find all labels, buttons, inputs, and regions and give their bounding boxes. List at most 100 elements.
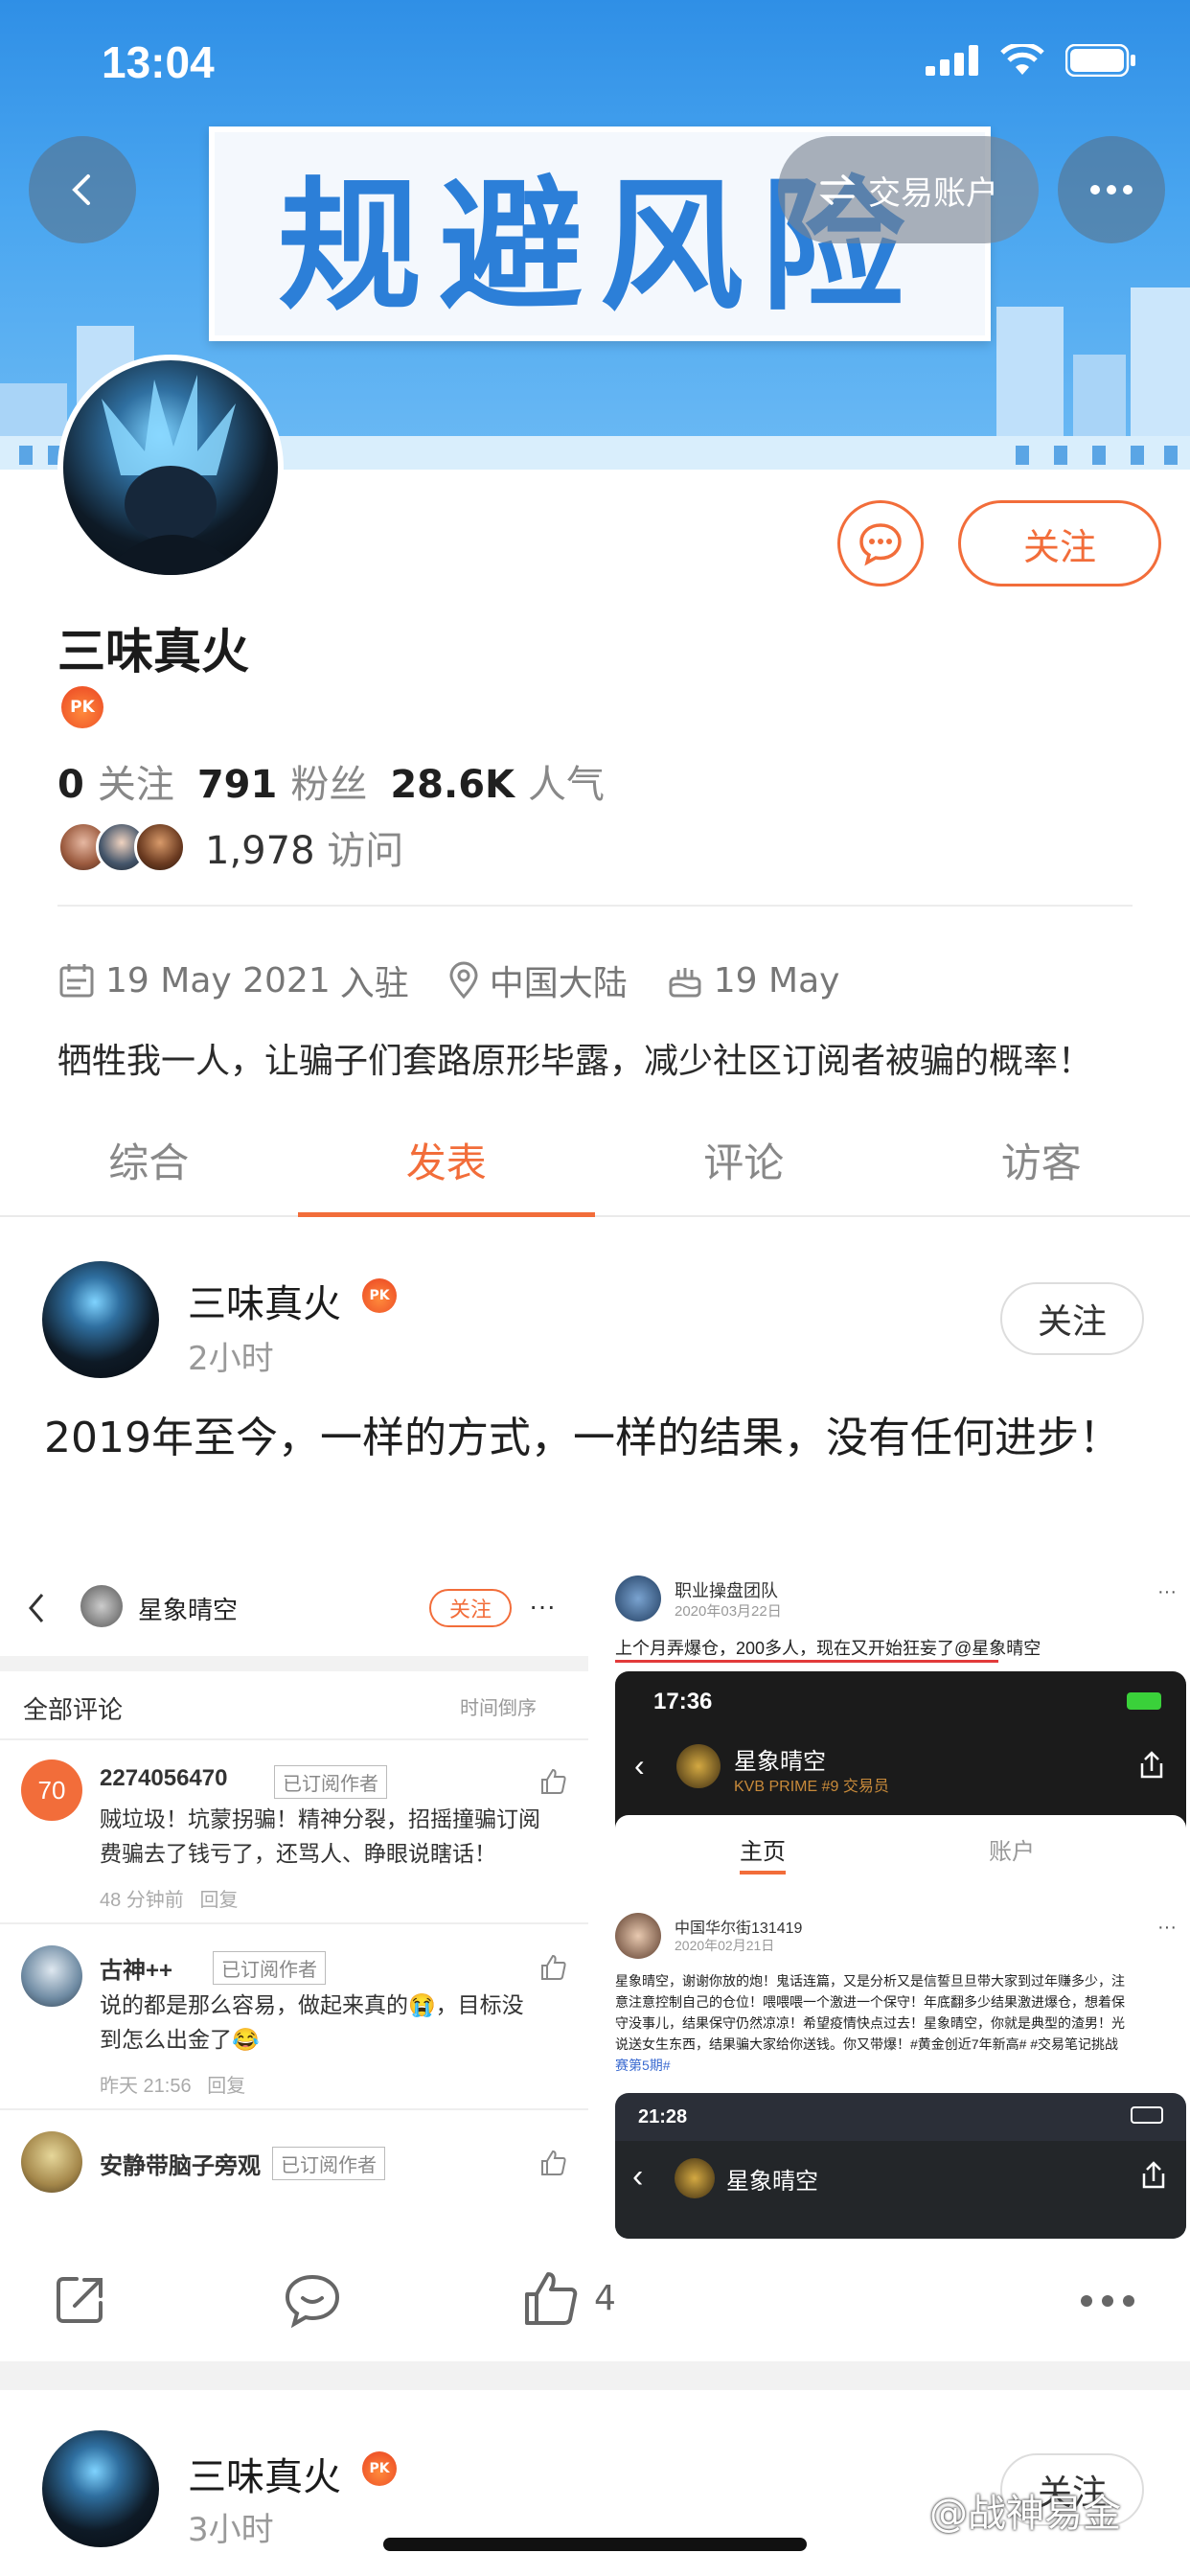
following-label[interactable]: 关注 (98, 753, 174, 809)
fans-label[interactable]: 粉丝 (290, 753, 367, 809)
tab-posts[interactable]: 发表 (297, 1121, 596, 1217)
like-icon[interactable] (521, 2269, 581, 2329)
phone-sub-name: KVB PRIME #9 交易员 (734, 1779, 889, 1795)
phone-tab-home: 主页 (740, 1839, 786, 1865)
post-author-avatar[interactable] (42, 2430, 159, 2547)
thumbs-up-icon (541, 1954, 566, 1980)
visitor-avatar (134, 821, 186, 873)
profile-tabs: 综合 发表 评论 访客 (0, 1121, 1190, 1217)
post-follow-button[interactable]: 关注 (1000, 1282, 1144, 1355)
status-bar: 13:04 (0, 0, 1190, 125)
forum-user: 职业操盘团队 (675, 1581, 778, 1600)
pk-badge-icon: PK (362, 2451, 397, 2486)
forum-text: 上个月弄爆仓，200多人，现在又开始狂妄了@星象晴空 (615, 1639, 1041, 1658)
forum-text: 星象晴空，谢谢你放的炮！鬼话连篇，又是分析又是信誓旦旦带大家到过年赚多少，注 意… (615, 1973, 1125, 2073)
tab-comments[interactable]: 评论 (595, 1121, 893, 1215)
swap-icon (819, 174, 856, 205)
phone-time: 21:28 (638, 2106, 688, 2128)
status-time: 13:04 (102, 37, 215, 87)
phone-screenshot: 21:28 ‹ 星象晴空 (615, 2093, 1186, 2239)
like-count: 4 (594, 2279, 616, 2318)
image-follow-button: 关注 (429, 1589, 512, 1627)
avatar (615, 1913, 661, 1959)
profile-avatar[interactable] (57, 355, 284, 581)
phone-screenshot: 17:36 ‹ 星象晴空 KVB PRIME #9 交易员 主页 账户 (615, 1671, 1186, 1896)
pk-badge-icon: PK (362, 1278, 397, 1313)
battery-icon (1131, 2106, 1163, 2124)
popularity-label: 人气 (528, 763, 606, 807)
message-button[interactable] (837, 500, 924, 586)
post-author-name[interactable]: 三味真火 (188, 2446, 341, 2501)
location: 中国大陆 (447, 955, 628, 1005)
comment-text: 贼垃圾！坑蒙拐骗！精神分裂，招摇撞骗订阅 费骗去了钱亏了，还骂人、睁眼说瞎话！ (100, 1806, 540, 1866)
tab-visitors[interactable]: 访客 (893, 1121, 1190, 1215)
subscriber-tag: 已订阅作者 (213, 1951, 326, 1985)
post-text: 2019年至今，一样的方式，一样的结果，没有任何进步！ (44, 1414, 1121, 1462)
chevron-left-icon: ‹ (632, 2158, 644, 2195)
phone-page-name: 星象晴空 (734, 1749, 826, 1775)
more-dots-icon: ··· (1157, 1581, 1177, 1602)
post-image-forum-2[interactable]: 中国华尔街131419 2020年02月21日 ··· 星象晴空，谢谢你放的炮！… (602, 1903, 1190, 2239)
post-author-avatar[interactable] (42, 1261, 159, 1378)
post-image-forum-1[interactable]: 职业操盘团队 2020年03月22日 ··· 上个月弄爆仓，200多人，现在又开… (602, 1568, 1190, 1896)
trade-account-label: 交易账户 (868, 173, 998, 213)
popularity-count: 28.6K (390, 763, 515, 807)
pk-badge-icon: PK (61, 686, 103, 728)
home-indicator[interactable] (383, 2538, 807, 2551)
back-button[interactable] (29, 136, 136, 243)
image-section-title: 全部评论 (23, 1695, 124, 1724)
subscriber-tag: 已订阅作者 (272, 2147, 385, 2180)
fans-count[interactable]: 791 (197, 763, 278, 807)
commenter-name: 2274056470 (100, 1765, 228, 1791)
divider (57, 905, 1133, 907)
wifi-icon (1000, 44, 1044, 75)
avatar (615, 1576, 661, 1622)
more-button[interactable] (1058, 136, 1165, 243)
chat-bubble-icon (859, 523, 902, 566)
post-time: 3小时 (188, 2511, 274, 2549)
commenter-avatar (21, 1945, 82, 2007)
commenter-name: 古神++ (100, 1958, 173, 1984)
commenter-avatar: 70 (21, 1760, 82, 1821)
post-images: 星象晴空 关注 ··· 全部评论 时间倒序 70 2274056470 已订阅作… (0, 1568, 1190, 2239)
more-dots-icon: ··· (529, 1591, 556, 1621)
avatar (675, 2158, 715, 2198)
commenter-name: 安静带脑子旁观 (100, 2153, 261, 2179)
post-author-name[interactable]: 三味真火 (188, 1273, 341, 1328)
commenter-avatar (21, 2131, 82, 2193)
avatar (676, 1744, 721, 1788)
image-header-name: 星象晴空 (138, 1596, 239, 1624)
more-dots-icon: ··· (1157, 1917, 1177, 1938)
subscriber-tag: 已订阅作者 (274, 1765, 387, 1799)
more-dots-icon[interactable] (1079, 2294, 1136, 2308)
comment-meta: 48 分钟前 回复 (100, 1890, 239, 1911)
birthday: 19 May (666, 961, 839, 1000)
profile-follow-button[interactable]: 关注 (958, 500, 1161, 586)
share-icon[interactable] (52, 2271, 109, 2329)
join-date: 19 May 2021 入驻 (57, 955, 409, 1005)
tab-overview[interactable]: 综合 (0, 1121, 298, 1215)
share-icon (1142, 2161, 1165, 2189)
calendar-icon (59, 964, 94, 998)
visit-count: 1,978 访问 (205, 829, 404, 873)
post-action-bar: 4 (0, 2242, 1190, 2358)
post-image-comments[interactable]: 星象晴空 关注 ··· 全部评论 时间倒序 70 2274056470 已订阅作… (0, 1568, 588, 2239)
following-count[interactable]: 0 (57, 763, 84, 807)
profile-stats: 0 关注 791 粉丝 28.6K 人气 (57, 753, 605, 809)
cake-icon (669, 968, 701, 998)
phone-tab-account: 账户 (989, 1839, 1035, 1865)
more-dots-icon (1090, 185, 1133, 195)
post-time: 2小时 (188, 1340, 274, 1378)
comment-text: 说的都是那么容易，做起来真的😭，目标没 到怎么出金了😂 (100, 1992, 524, 2052)
visitor-row[interactable]: 1,978 访问 (57, 819, 403, 875)
avatar-character-image (102, 375, 245, 575)
thumbs-up-icon (541, 2150, 566, 2175)
profile-meta: 19 May 2021 入驻 中国大陆 19 May (57, 955, 878, 1005)
avatar (80, 1585, 123, 1627)
battery-icon (1127, 1692, 1161, 1710)
comment-icon[interactable] (282, 2271, 343, 2329)
watermark: @战神易金 (929, 2492, 1121, 2536)
trade-account-button[interactable]: 交易账户 (778, 136, 1039, 243)
image-sort-label: 时间倒序 (460, 1698, 537, 1719)
post-separator (0, 2361, 1190, 2390)
